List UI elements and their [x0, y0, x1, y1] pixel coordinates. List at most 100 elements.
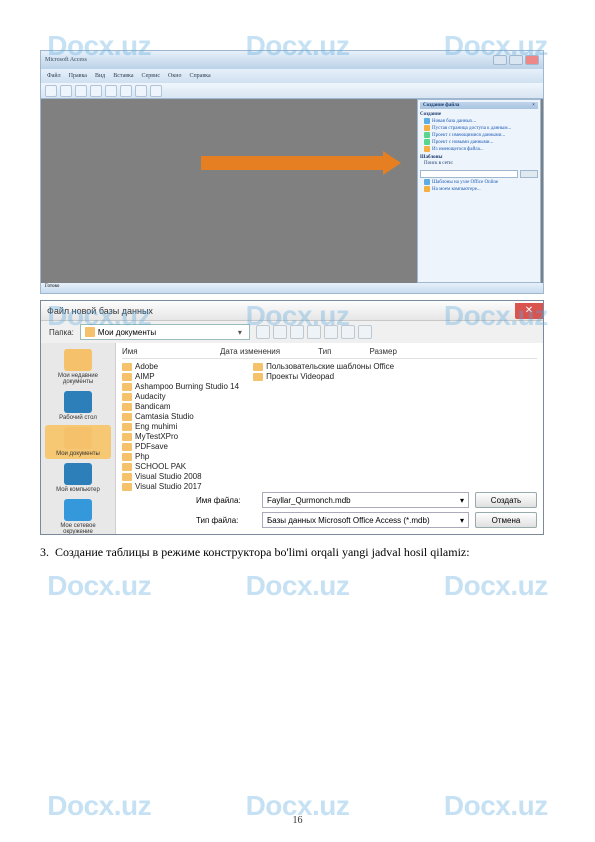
- dialog-title: Файл новой базы данных: [47, 306, 153, 316]
- cancel-button[interactable]: Отмена: [475, 512, 537, 528]
- filename-label: Имя файла:: [196, 496, 256, 505]
- folder-icon: [122, 443, 132, 451]
- menu-item[interactable]: Справка: [189, 73, 210, 79]
- list-item[interactable]: Bandicam: [122, 402, 239, 411]
- taskpane-link[interactable]: На моем компьютере...: [424, 186, 538, 192]
- place-documents[interactable]: Мои документы: [45, 425, 111, 459]
- taskpane-link[interactable]: Проект с имеющимися данными...: [424, 132, 538, 138]
- taskpane-link[interactable]: Шаблоны на узле Office Online: [424, 179, 538, 185]
- menu-item[interactable]: Правка: [69, 73, 87, 79]
- screenshot-file-dialog: Файл новой базы данных ✕ Папка: Мои доку…: [40, 300, 544, 535]
- button-label: Создать: [491, 496, 521, 505]
- place-recent[interactable]: Мои недавние документы: [45, 347, 111, 387]
- file-list[interactable]: Имя Дата изменения Тип Размер Adobe AIMP…: [115, 343, 543, 534]
- list-item[interactable]: Проекты Videopad: [253, 372, 394, 381]
- list-item[interactable]: Php: [122, 452, 239, 461]
- file-name: Bandicam: [135, 402, 171, 411]
- link-text: Пустая страница доступа к данным...: [432, 126, 511, 131]
- folder-icon: [253, 363, 263, 371]
- link-text: Шаблоны на узле Office Online: [432, 180, 498, 185]
- file-name: Ashampoo Burning Studio 14: [135, 382, 239, 391]
- toolbar-button[interactable]: [120, 85, 132, 97]
- places-bar: Мои недавние документы Рабочий стол Мои …: [41, 343, 115, 534]
- place-computer[interactable]: Мой компьютер: [45, 461, 111, 495]
- place-desktop[interactable]: Рабочий стол: [45, 389, 111, 423]
- link-text: Проект с новыми данными...: [432, 140, 493, 145]
- toolbar: [41, 83, 543, 99]
- taskpane-link[interactable]: Пустая страница доступа к данным...: [424, 125, 538, 131]
- toolbar-button[interactable]: [105, 85, 117, 97]
- col-type[interactable]: Тип: [318, 347, 331, 356]
- list-item[interactable]: PDFsave: [122, 442, 239, 451]
- file-name: PDFsave: [135, 442, 168, 451]
- toolbar-button[interactable]: [90, 85, 102, 97]
- taskpane-title: Создание файла ×: [420, 102, 538, 109]
- close-icon[interactable]: ×: [532, 103, 535, 108]
- menu-item[interactable]: Вид: [95, 73, 105, 79]
- list-number: 3.: [40, 543, 49, 561]
- close-button[interactable]: [525, 55, 539, 65]
- up-icon[interactable]: [273, 325, 287, 339]
- col-date[interactable]: Дата изменения: [220, 347, 280, 356]
- menu-item[interactable]: Сервис: [142, 73, 160, 79]
- search-button[interactable]: [520, 170, 538, 178]
- list-item[interactable]: MyTestXPro: [122, 432, 239, 441]
- place-network[interactable]: Мое сетевое окружение: [45, 497, 111, 535]
- folder-dropdown[interactable]: Мои документы ▾: [80, 324, 250, 340]
- list-item[interactable]: Visual Studio 2008: [122, 472, 239, 481]
- taskpane-section: Шаблоны: [420, 155, 538, 160]
- menu-item[interactable]: Файл: [47, 73, 61, 79]
- toolbar-button[interactable]: [75, 85, 87, 97]
- create-button[interactable]: Создать: [475, 492, 537, 508]
- new-folder-icon[interactable]: [324, 325, 338, 339]
- list-item[interactable]: Audacity: [122, 392, 239, 401]
- file-column: Пользовательские шаблоны Office Проекты …: [253, 362, 394, 491]
- annotation-arrow: [201, 151, 401, 175]
- col-size[interactable]: Размер: [369, 347, 397, 356]
- toolbar-button[interactable]: [135, 85, 147, 97]
- file-name: Audacity: [135, 392, 166, 401]
- file-name: AIMP: [135, 372, 155, 381]
- desktop-icon: [64, 391, 92, 413]
- file-name: SCHOOL PAK: [135, 462, 186, 471]
- list-item[interactable]: Adobe: [122, 362, 239, 371]
- list-item[interactable]: Пользовательские шаблоны Office: [253, 362, 394, 371]
- maximize-button[interactable]: [509, 55, 523, 65]
- taskpane-link[interactable]: Из имеющегося файла...: [424, 146, 538, 152]
- toolbar-button[interactable]: [150, 85, 162, 97]
- arrow-shaft: [201, 156, 383, 170]
- back-icon[interactable]: [256, 325, 270, 339]
- tools-icon[interactable]: [358, 325, 372, 339]
- file-column: Adobe AIMP Ashampoo Burning Studio 14 Au…: [122, 362, 239, 491]
- link-text: Новая база данных...: [432, 119, 476, 124]
- col-name[interactable]: Имя: [122, 347, 182, 356]
- list-item[interactable]: Camtasia Studio: [122, 412, 239, 421]
- file-icon: [424, 146, 430, 152]
- folder-icon: [122, 463, 132, 471]
- list-item[interactable]: Eng muhimi: [122, 422, 239, 431]
- list-item[interactable]: SCHOOL PAK: [122, 462, 239, 471]
- file-name: Пользовательские шаблоны Office: [266, 362, 394, 371]
- search-icon[interactable]: [290, 325, 304, 339]
- views-icon[interactable]: [341, 325, 355, 339]
- close-button[interactable]: ✕: [515, 303, 543, 319]
- search-input[interactable]: [420, 170, 518, 178]
- filetype-value: Базы данных Microsoft Office Access (*.m…: [267, 516, 430, 525]
- minimize-button[interactable]: [493, 55, 507, 65]
- place-label: Мои недавние документы: [58, 373, 98, 385]
- list-item[interactable]: Visual Studio 2017: [122, 482, 239, 491]
- menu-item[interactable]: Окно: [168, 73, 181, 79]
- delete-icon[interactable]: [307, 325, 321, 339]
- computer-icon: [64, 463, 92, 485]
- toolbar-button[interactable]: [45, 85, 57, 97]
- watermark: Docx.uz: [246, 570, 350, 602]
- toolbar-button[interactable]: [60, 85, 72, 97]
- list-item[interactable]: Ashampoo Burning Studio 14: [122, 382, 239, 391]
- menu-item[interactable]: Вставка: [113, 73, 133, 79]
- list-item[interactable]: AIMP: [122, 372, 239, 381]
- place-label: Мое сетевое окружение: [60, 523, 95, 535]
- taskpane-link[interactable]: Проект с новыми данными...: [424, 139, 538, 145]
- filetype-dropdown[interactable]: Базы данных Microsoft Office Access (*.m…: [262, 512, 469, 528]
- taskpane-link[interactable]: Новая база данных...: [424, 118, 538, 124]
- filename-input[interactable]: Fayllar_Qurmonch.mdb ▾: [262, 492, 469, 508]
